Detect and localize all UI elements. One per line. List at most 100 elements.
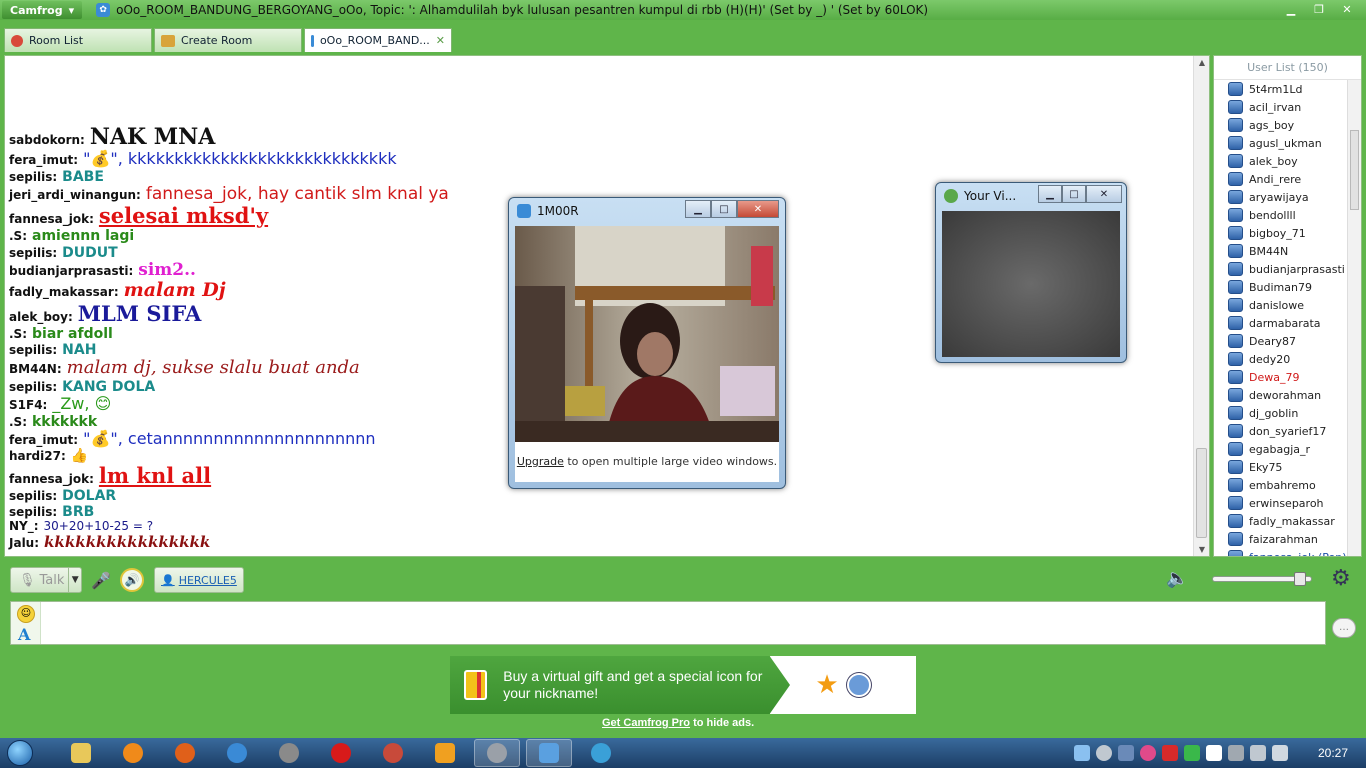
user-list-scroll-thumb[interactable]	[1350, 130, 1359, 210]
user-list-item[interactable]: fannesa_jok (Pop)	[1214, 548, 1361, 556]
volume-speaker-icon[interactable]: 🔈	[1166, 568, 1188, 589]
message-input[interactable]	[47, 606, 1317, 640]
smiley-icon[interactable]: ☺	[17, 605, 35, 623]
user-list-item[interactable]: danislowe	[1214, 296, 1361, 314]
video-window-self[interactable]: Your Vi... ▁ □ ✕	[935, 182, 1127, 363]
tray-usb-icon[interactable]	[1227, 745, 1244, 761]
chat-nickname[interactable]: fera_imut:	[9, 153, 78, 167]
app-menu-button[interactable]: Camfrog ▾	[2, 1, 83, 19]
camfrog-pro-link[interactable]: Get Camfrog Pro	[602, 717, 690, 729]
tab-close-icon[interactable]: ✕	[436, 34, 445, 47]
chat-nickname[interactable]: fadly_makassar:	[9, 285, 119, 299]
font-format-icon[interactable]: A	[18, 625, 30, 644]
upgrade-link[interactable]: Upgrade	[517, 455, 564, 468]
chat-nickname[interactable]: alek_boy:	[9, 310, 73, 324]
tray-monitor-icon[interactable]	[1249, 745, 1266, 761]
speaker-status-icon[interactable]: 🔊	[120, 568, 144, 592]
user-list-item[interactable]: deworahman	[1214, 386, 1361, 404]
taskbar-firefox[interactable]	[162, 739, 208, 767]
video-window-main[interactable]: 1M00R ▁ □ ✕ Upgrade to open multiple lar…	[508, 197, 786, 489]
talk-button[interactable]: 🎙 Talk ▼	[10, 567, 82, 593]
chat-nickname[interactable]: NY_:	[9, 519, 39, 534]
start-button[interactable]	[0, 738, 40, 768]
talk-dropdown-icon[interactable]: ▼	[68, 568, 81, 592]
user-list-item[interactable]: faizarahman	[1214, 530, 1361, 548]
chat-scroll-thumb[interactable]	[1196, 448, 1207, 538]
user-list-item[interactable]: bigboy_71	[1214, 224, 1361, 242]
user-list-item[interactable]: BM44N	[1214, 242, 1361, 260]
chat-nickname[interactable]: sepilis:	[9, 246, 57, 260]
volume-slider-knob[interactable]	[1294, 571, 1307, 586]
taskbar-clock[interactable]: 20:27	[1318, 746, 1348, 760]
tab-room-active[interactable]: oOo_ROOM_BAND... ✕	[304, 28, 452, 52]
chat-nickname[interactable]: hardi27:	[9, 449, 66, 463]
current-speaker-button[interactable]: 👤 HERCULE5	[154, 567, 244, 593]
taskbar-vlc[interactable]	[110, 739, 156, 767]
minimize-button[interactable]: ▁	[1278, 1, 1304, 17]
chat-scrollbar[interactable]: ▲ ▼	[1193, 56, 1209, 556]
user-list-item[interactable]: budianjarprasasti	[1214, 260, 1361, 278]
user-list-item[interactable]: embahremo	[1214, 476, 1361, 494]
tray-warning-icon[interactable]	[1183, 745, 1200, 761]
user-list-item[interactable]: Eky75	[1214, 458, 1361, 476]
chat-nickname[interactable]: sepilis:	[9, 489, 57, 503]
chat-nickname[interactable]: sepilis:	[9, 505, 57, 519]
tray-globe-icon[interactable]	[1095, 745, 1112, 761]
taskbar-app-8[interactable]	[474, 739, 520, 767]
volume-slider[interactable]	[1212, 571, 1313, 586]
user-list-item[interactable]: darmabarata	[1214, 314, 1361, 332]
chat-nickname[interactable]: BM44N:	[9, 362, 62, 376]
user-list-item[interactable]: Budiman79	[1214, 278, 1361, 296]
user-list-item[interactable]: erwinseparoh	[1214, 494, 1361, 512]
user-list-item[interactable]: don_syarief17	[1214, 422, 1361, 440]
close-button[interactable]: ✕	[1334, 1, 1360, 17]
webcam-video-feed[interactable]	[515, 226, 779, 442]
video-maximize-button[interactable]: □	[711, 200, 737, 218]
chat-nickname[interactable]: sepilis:	[9, 343, 57, 357]
chat-nickname[interactable]: fannesa_jok:	[9, 472, 94, 486]
chat-nickname[interactable]: sepilis:	[9, 380, 57, 394]
user-list-item[interactable]: egabagja_r	[1214, 440, 1361, 458]
scroll-down-icon[interactable]: ▼	[1194, 545, 1209, 554]
user-list-item[interactable]: Deary87	[1214, 332, 1361, 350]
gear-icon[interactable]: ⚙	[1331, 566, 1351, 591]
taskbar-app-6[interactable]	[370, 739, 416, 767]
chat-nickname[interactable]: .S:	[9, 229, 27, 244]
user-list-item[interactable]: agusl_ukman	[1214, 134, 1361, 152]
self-video-minimize-button[interactable]: ▁	[1038, 185, 1062, 203]
chat-nickname[interactable]: budianjarprasasti:	[9, 264, 133, 278]
tray-flag-icon[interactable]	[1205, 745, 1222, 761]
user-list-scrollbar[interactable]	[1347, 80, 1361, 556]
tab-create-room[interactable]: Create Room	[154, 28, 302, 52]
taskbar-app-7[interactable]	[422, 739, 468, 767]
tray-volume-muted-icon[interactable]	[1271, 745, 1288, 761]
chat-nickname[interactable]: Jalu:	[9, 536, 39, 550]
tray-antivirus-icon[interactable]	[1161, 745, 1178, 761]
video-minimize-button[interactable]: ▁	[685, 200, 711, 218]
taskbar-app-3[interactable]	[214, 739, 260, 767]
taskbar-app-4[interactable]	[266, 739, 312, 767]
user-list-item[interactable]: aryawijaya	[1214, 188, 1361, 206]
chat-nickname[interactable]: sabdokorn:	[9, 133, 85, 147]
user-list-item[interactable]: Andi_rere	[1214, 170, 1361, 188]
self-video-maximize-button[interactable]: □	[1062, 185, 1086, 203]
tray-c-icon[interactable]	[1139, 745, 1156, 761]
chat-nickname[interactable]: S1F4:	[9, 398, 47, 412]
user-list-item[interactable]: dedy20	[1214, 350, 1361, 368]
video-close-button[interactable]: ✕	[737, 200, 779, 218]
ad-banner[interactable]: Buy a virtual gift and get a special ico…	[450, 656, 916, 714]
maximize-button[interactable]: ❐	[1306, 1, 1332, 17]
taskbar-app-10[interactable]	[578, 739, 624, 767]
tab-room-list[interactable]: Room List	[4, 28, 152, 52]
chat-nickname[interactable]: jeri_ardi_winangun:	[9, 188, 141, 202]
tray-app-icon[interactable]	[1117, 745, 1134, 761]
chat-nickname[interactable]: .S:	[9, 415, 27, 429]
user-list-item[interactable]: alek_boy	[1214, 152, 1361, 170]
user-list-item[interactable]: 5t4rm1Ld	[1214, 80, 1361, 98]
self-video-close-button[interactable]: ✕	[1086, 185, 1122, 203]
taskbar-opera[interactable]	[318, 739, 364, 767]
user-list-item[interactable]: fadly_makassar	[1214, 512, 1361, 530]
user-list-item[interactable]: Dewa_79	[1214, 368, 1361, 386]
mic-icon[interactable]: 🎤	[88, 567, 114, 593]
chat-nickname[interactable]: fannesa_jok:	[9, 212, 94, 226]
